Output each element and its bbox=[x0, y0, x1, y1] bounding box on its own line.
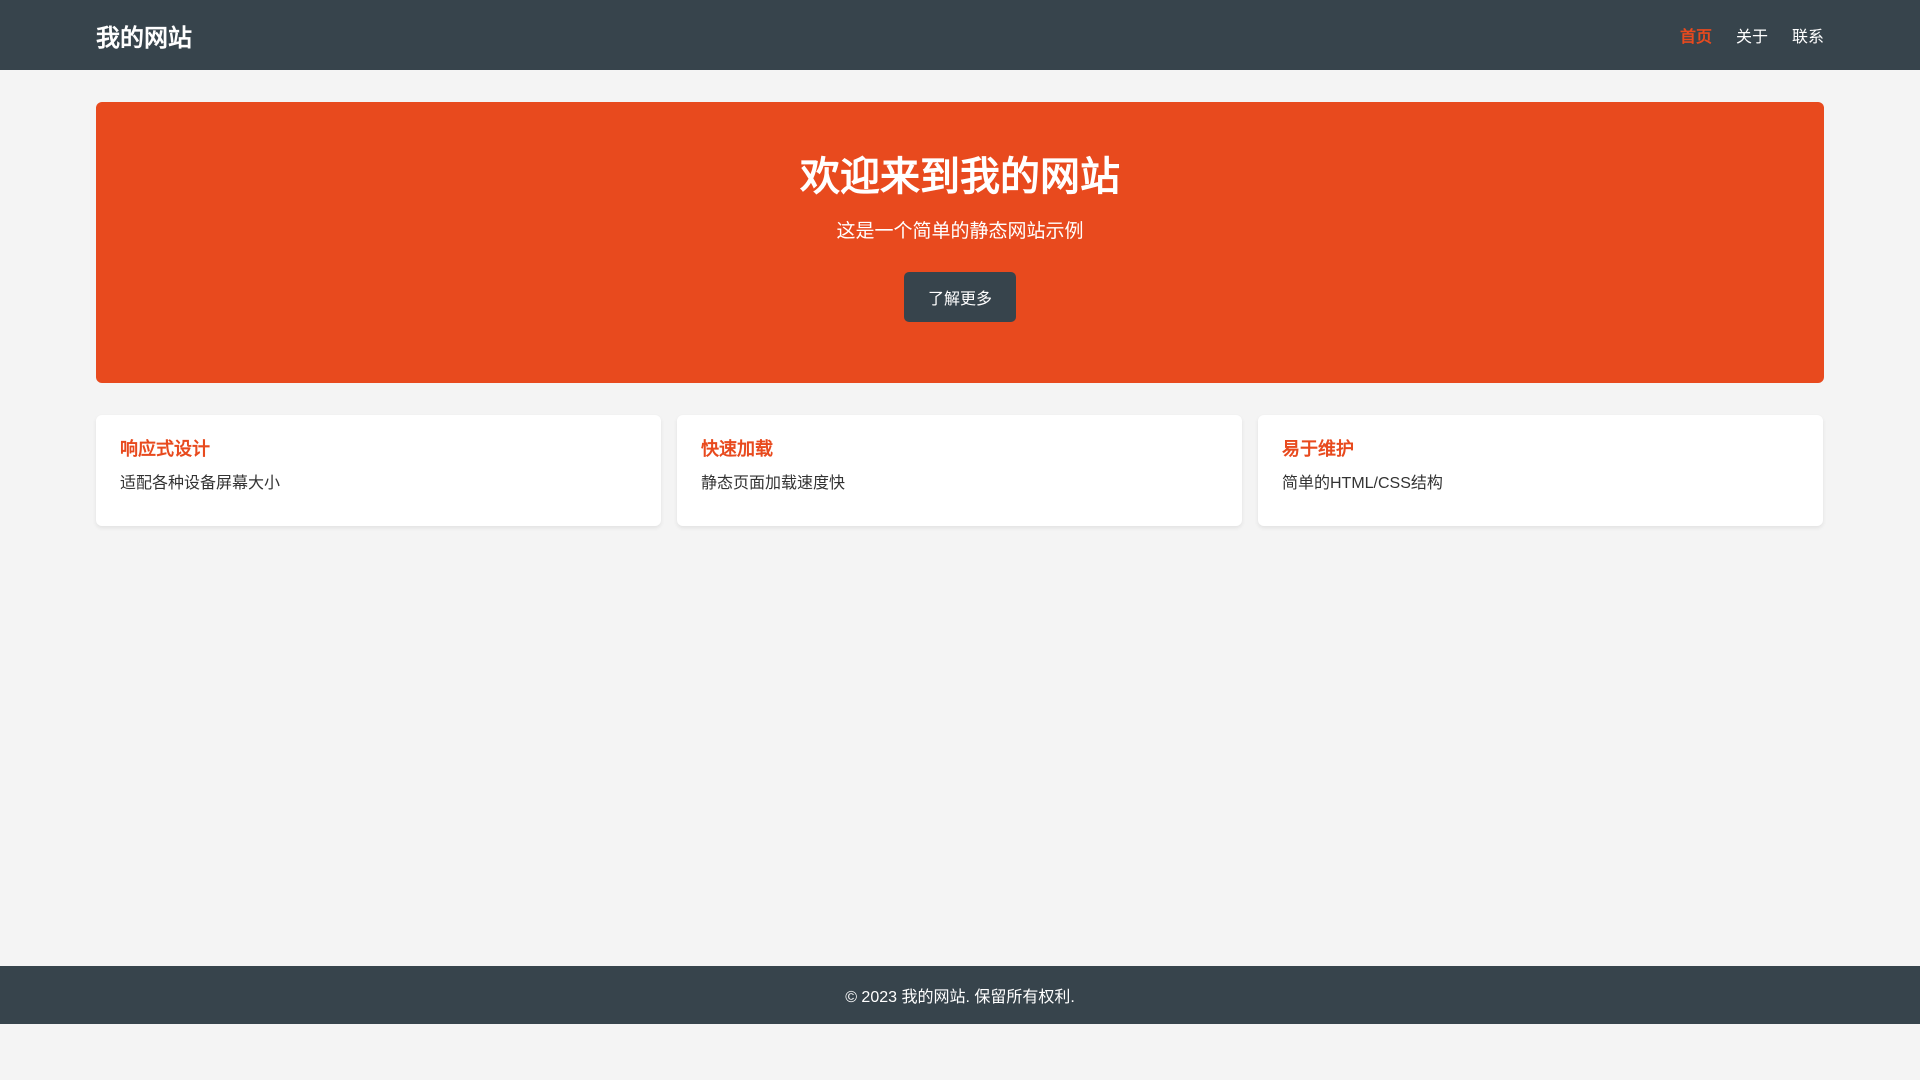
footer-copyright: © 2023 我的网站. 保留所有权利. bbox=[845, 989, 1075, 1006]
nav-contact[interactable]: 联系 bbox=[1792, 17, 1824, 53]
site-logo[interactable]: 我的网站 bbox=[96, 18, 192, 53]
feature-title: 响应式设计 bbox=[120, 439, 210, 459]
feature-text: 静态页面加载速度快 bbox=[701, 474, 846, 492]
feature-card-maintainable: 易于维护 简单的HTML/CSS结构 bbox=[1258, 415, 1823, 526]
feature-card-fast-loading: 快速加载 静态页面加载速度快 bbox=[677, 415, 1242, 526]
feature-title: 易于维护 bbox=[1282, 439, 1354, 459]
nav-about[interactable]: 关于 bbox=[1736, 17, 1768, 53]
features-row: 响应式设计 适配各种设备屏幕大小 快速加载 静态页面加载速度快 易于维护 简单的… bbox=[96, 415, 1824, 526]
nav-home[interactable]: 首页 bbox=[1680, 17, 1712, 53]
hero-subtitle: 这是一个简单的静态网站示例 bbox=[836, 221, 1084, 242]
feature-title: 快速加载 bbox=[701, 439, 773, 459]
feature-text: 简单的HTML/CSS结构 bbox=[1282, 474, 1443, 492]
top-header: 我的网站 首页 关于 联系 bbox=[0, 0, 1920, 70]
feature-text: 适配各种设备屏幕大小 bbox=[120, 474, 281, 492]
page: 我的网站 首页 关于 联系 欢迎来到我的网站 这是一个简单的静态网站示例 了解更… bbox=[0, 0, 1920, 1080]
hero-banner: 欢迎来到我的网站 这是一个简单的静态网站示例 了解更多 bbox=[96, 102, 1824, 383]
site-footer: © 2023 我的网站. 保留所有权利. bbox=[0, 966, 1920, 1024]
learn-more-button[interactable]: 了解更多 bbox=[904, 271, 1016, 322]
main-content: 欢迎来到我的网站 这是一个简单的静态网站示例 了解更多 响应式设计 适配各种设备… bbox=[0, 70, 1920, 1080]
feature-card-responsive: 响应式设计 适配各种设备屏幕大小 bbox=[96, 415, 661, 526]
main-nav: 首页 关于 联系 bbox=[1680, 17, 1824, 53]
hero-title: 欢迎来到我的网站 bbox=[800, 155, 1120, 199]
